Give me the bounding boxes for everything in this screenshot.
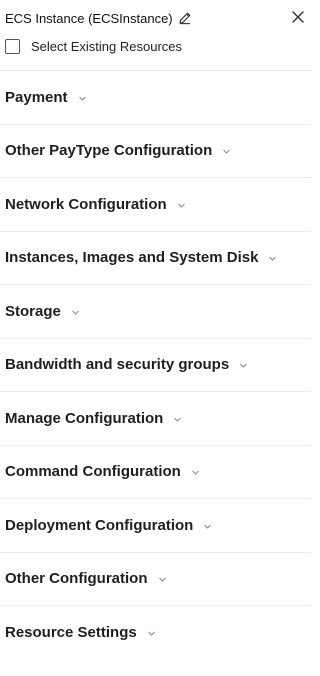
chevron-down-icon [173, 415, 182, 424]
section-label: Storage [5, 302, 61, 320]
section-other-configuration[interactable]: Other Configuration [0, 553, 311, 606]
section-label: Network Configuration [5, 195, 167, 213]
chevron-down-icon [158, 575, 167, 584]
chevron-down-icon [239, 361, 248, 370]
section-label: Command Configuration [5, 463, 181, 481]
section-storage[interactable]: Storage [0, 285, 311, 339]
select-existing-checkbox[interactable] [5, 38, 20, 54]
section-other-paytype-configuration[interactable]: Other PayType Configuration [0, 125, 311, 178]
chevron-down-icon [203, 522, 212, 531]
section-label: Payment [5, 88, 68, 106]
title-row: ECS Instance (ECSInstance) [5, 9, 192, 27]
section-label: Other Configuration [5, 570, 148, 588]
panel-header: ECS Instance (ECSInstance) Select Existi… [0, 0, 311, 71]
panel-title: ECS Instance (ECSInstance) [5, 10, 173, 26]
select-existing-resources[interactable]: Select Existing Resources [5, 37, 182, 55]
section-instances-images-system-disk[interactable]: Instances, Images and System Disk [0, 232, 311, 285]
chevron-down-icon [177, 201, 186, 210]
chevron-down-icon [268, 254, 277, 263]
select-existing-label: Select Existing Resources [31, 38, 183, 54]
section-resource-settings[interactable]: Resource Settings [0, 606, 311, 660]
section-network-configuration[interactable]: Network Configuration [0, 178, 311, 232]
section-label: Deployment Configuration [5, 516, 194, 534]
pencil-icon[interactable] [178, 11, 192, 25]
chevron-down-icon [78, 94, 87, 103]
section-label: Other PayType Configuration [5, 142, 213, 160]
chevron-down-icon [71, 308, 80, 317]
section-bandwidth-security-groups[interactable]: Bandwidth and security groups [0, 339, 311, 392]
section-label: Bandwidth and security groups [5, 356, 230, 374]
chevron-down-icon [147, 629, 156, 638]
section-label: Instances, Images and System Disk [5, 249, 259, 267]
section-command-configuration[interactable]: Command Configuration [0, 446, 311, 499]
close-icon[interactable] [291, 10, 305, 24]
section-payment[interactable]: Payment [0, 71, 311, 125]
chevron-down-icon [222, 147, 231, 156]
chevron-down-icon [191, 468, 200, 477]
section-label: Manage Configuration [5, 409, 164, 427]
section-label: Resource Settings [5, 624, 137, 642]
resource-config-panel: ECS Instance (ECSInstance) Select Existi… [0, 0, 311, 676]
section-deployment-configuration[interactable]: Deployment Configuration [0, 499, 311, 553]
section-manage-configuration[interactable]: Manage Configuration [0, 392, 311, 446]
